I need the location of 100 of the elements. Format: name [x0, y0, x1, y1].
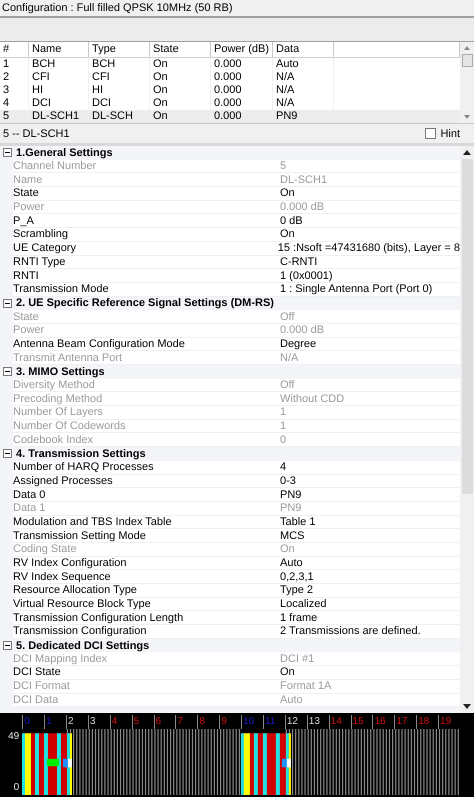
scroll-up-icon[interactable] — [463, 150, 471, 155]
property-label: Power — [13, 201, 46, 214]
selected-channel-label: 5 -- DL-SCH1 — [3, 128, 70, 140]
property-value[interactable]: 0-3 — [280, 474, 296, 487]
property-value[interactable]: Auto — [280, 556, 303, 569]
property-label: Diversity Method — [13, 379, 96, 392]
property-label: Coding State — [13, 543, 78, 556]
table-cell: DL-SCH — [89, 110, 150, 123]
table-cell: N/A — [273, 84, 334, 97]
property-value[interactable]: 2 Transmissions are defined. — [280, 625, 421, 638]
property-value[interactable]: 1 frame — [280, 612, 318, 624]
property-value[interactable]: 0,2,3,1 — [280, 570, 314, 583]
property-label: Virtual Resource Block Type — [13, 598, 152, 610]
property-label: State — [13, 310, 40, 323]
property-label: RNTI Type — [13, 256, 66, 268]
table-cell: Auto — [273, 58, 334, 71]
table-cell: HI — [29, 84, 89, 97]
axis-label: 49 — [8, 731, 20, 742]
property-value[interactable]: 1 : Single Antenna Port (Port 0) — [280, 283, 432, 296]
collapse-icon[interactable] — [3, 367, 12, 376]
slot-number: 0 — [22, 715, 44, 729]
hint-checkbox[interactable] — [425, 128, 436, 139]
property-label: DCI Mapping Index — [13, 652, 108, 665]
property-label: RV Index Sequence — [13, 570, 112, 583]
property-label: Codebook Index — [13, 434, 94, 446]
scroll-thumb[interactable] — [462, 54, 472, 67]
column-header[interactable]: # — [0, 42, 29, 57]
property-label: Transmission Mode — [13, 283, 110, 296]
axis-label: 0 — [14, 782, 20, 793]
slot-number: 10 — [241, 715, 263, 729]
property-label: Scrambling — [13, 228, 70, 240]
property-value[interactable]: PN9 — [280, 488, 302, 501]
property-value[interactable]: On — [280, 666, 295, 678]
scrollbar[interactable] — [460, 42, 474, 123]
table-row[interactable]: 3 HI HI On 0.000 N/A — [0, 84, 460, 97]
property-label: RV Index Configuration — [13, 556, 128, 569]
property-label: DCI Data — [13, 694, 60, 706]
scroll-thumb[interactable] — [462, 159, 472, 494]
scroll-down-icon[interactable] — [463, 704, 471, 709]
table-cell: 1 — [0, 58, 29, 71]
slot-number: 1 — [44, 715, 66, 729]
table-cell: 0.000 — [211, 58, 273, 71]
property-value[interactable]: 0 dB — [280, 214, 303, 227]
column-header[interactable]: Data — [273, 42, 334, 57]
table-cell: 5 — [0, 110, 29, 123]
property-value[interactable]: Localized — [280, 598, 326, 610]
collapse-icon[interactable] — [3, 148, 12, 158]
table-cell: HI — [89, 84, 150, 97]
table-cell: 0.000 — [211, 110, 273, 123]
table-cell: 0.000 — [211, 71, 273, 84]
property-label: Transmission Configuration — [13, 625, 148, 638]
section-title: 3. MIMO Settings — [16, 366, 105, 378]
property-label: Power — [13, 324, 46, 336]
property-label: Channel Number — [13, 160, 98, 172]
property-value[interactable]: MCS — [280, 530, 304, 542]
property-label: Number of HARQ Processes — [13, 461, 155, 474]
slot-number: 11 — [262, 715, 285, 729]
property-value[interactable]: Table 1 — [280, 516, 316, 528]
property-label: RNTI — [13, 270, 40, 282]
property-label: Transmit Antenna Port — [13, 352, 124, 364]
property-value[interactable]: On — [280, 187, 295, 200]
property-value[interactable]: 15 :Nsoft =47431680 (bits), Layer = 8 — [278, 242, 460, 254]
column-header[interactable]: State — [150, 42, 211, 57]
scrollbar[interactable] — [460, 146, 474, 713]
property-label: Assigned Processes — [13, 474, 114, 487]
column-header[interactable]: Power (dB) — [211, 42, 273, 57]
property-value[interactable]: 4 — [280, 461, 286, 474]
configuration-title: Configuration : Full filled QPSK 10MHz (50 RB) — [2, 2, 232, 14]
section-title: 1.General Settings — [16, 146, 113, 159]
property-label: Data 0 — [13, 488, 46, 501]
collapse-icon[interactable] — [3, 449, 12, 458]
property-value[interactable]: 1 (0x0001) — [280, 270, 333, 282]
property-label: DCI Format — [13, 680, 71, 692]
collapse-icon[interactable] — [3, 298, 12, 308]
table-cell: DL-SCH1 — [29, 110, 89, 123]
property-label: Precoding Method — [13, 392, 104, 405]
property-value[interactable]: Type 2 — [280, 584, 314, 596]
property-label: P_A — [13, 214, 35, 227]
property-label: Transmission Configuration Length — [13, 612, 184, 624]
table-cell: BCH — [29, 58, 89, 71]
table-row[interactable]: 2 CFI CFI On 0.000 N/A — [0, 71, 460, 84]
property-value[interactable]: On — [280, 228, 295, 240]
section-title: 2. UE Specific Reference Signal Settings (DM-RS) — [16, 297, 274, 310]
table-cell: CFI — [29, 71, 89, 84]
table-row[interactable]: 1 BCH BCH On 0.000 Auto — [0, 58, 460, 71]
table-row[interactable]: 5 DL-SCH1 DL-SCH On 0.000 PN9 — [0, 110, 460, 123]
hint-label: Hint — [440, 128, 460, 140]
column-header[interactable]: Name — [29, 42, 89, 57]
collapse-icon[interactable] — [3, 641, 12, 650]
property-value[interactable]: Degree — [280, 338, 316, 350]
property-value[interactable]: C-RNTI — [280, 256, 318, 268]
property-label: Name — [13, 174, 44, 186]
table-cell: PN9 — [273, 110, 334, 123]
table-cell: On — [150, 71, 211, 84]
column-header[interactable]: Type — [89, 42, 150, 57]
table-cell: 2 — [0, 71, 29, 84]
table-cell: CFI — [89, 71, 150, 84]
table-cell: 0.000 — [211, 84, 273, 97]
section-title: 4. Transmission Settings — [16, 448, 146, 460]
property-label: Modulation and TBS Index Table — [13, 516, 173, 528]
